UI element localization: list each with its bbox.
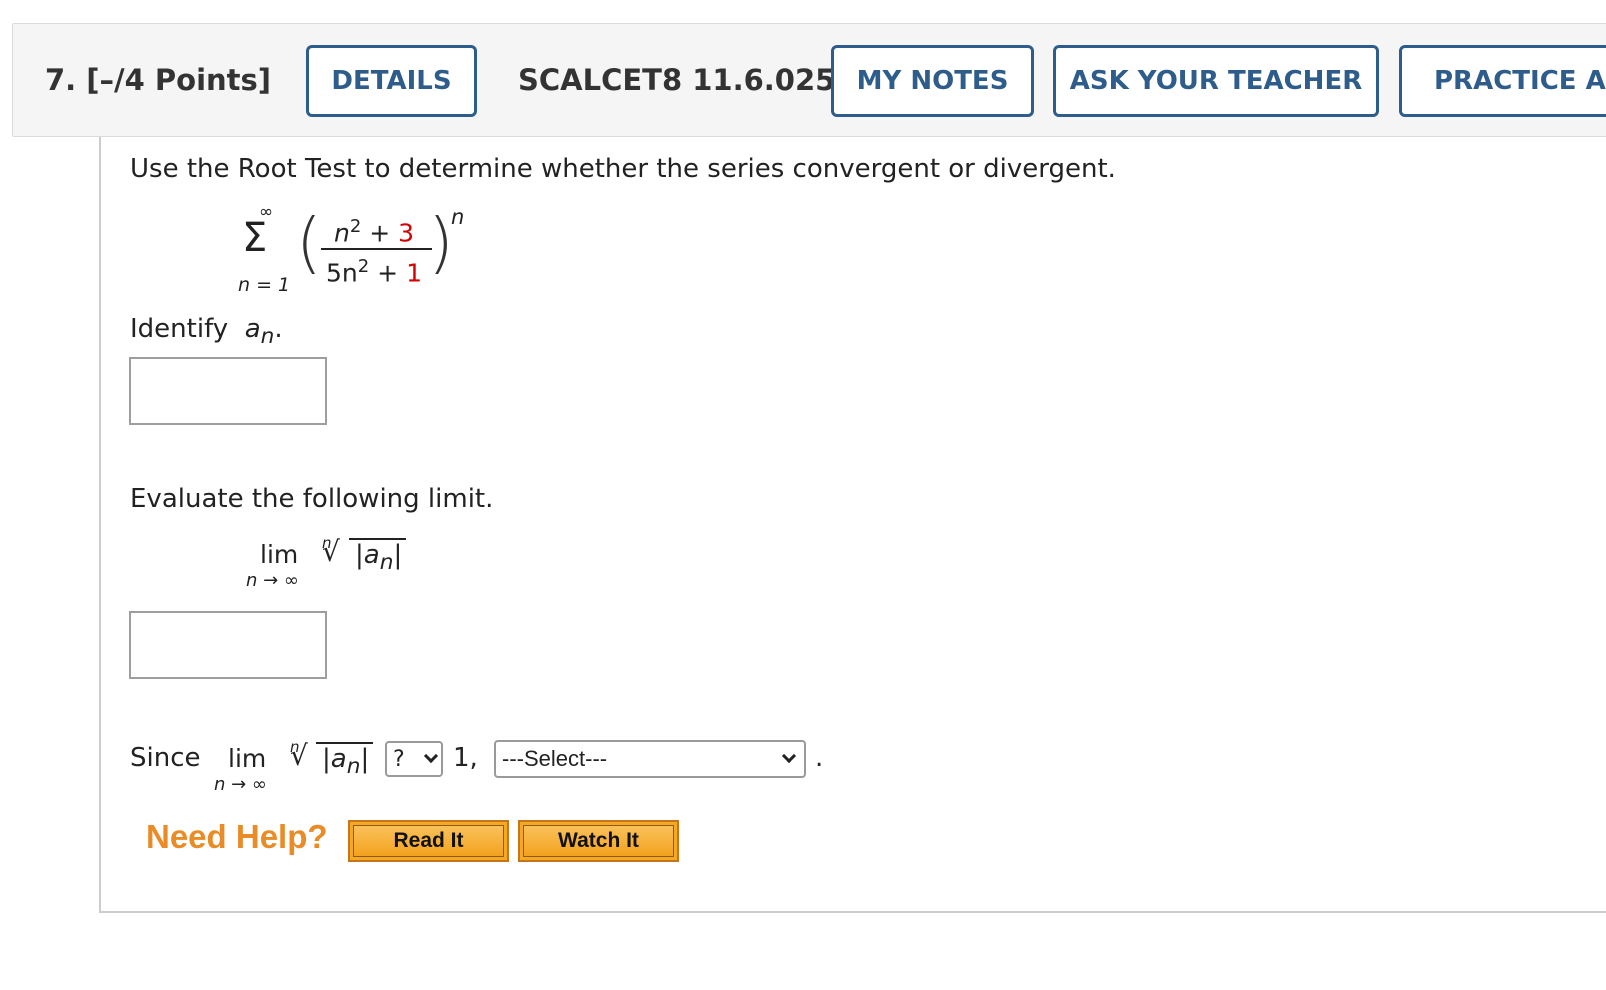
fraction-denominator: 5n2 + 1	[326, 256, 422, 288]
sum-lower-limit: n = 1	[238, 274, 291, 296]
abs-an: |an|	[355, 540, 403, 576]
lim-subscript: n → ∞	[246, 570, 299, 591]
outer-exponent: n	[451, 205, 465, 229]
sentence-period: .	[815, 743, 824, 773]
one-value: 1,	[453, 743, 478, 773]
left-paren: (	[296, 204, 322, 281]
sigma-symbol: Σ	[242, 215, 268, 261]
comparison-select[interactable]: ?	[385, 741, 443, 777]
read-it-button[interactable]: Read It	[348, 820, 509, 862]
question-prompt: Use the Root Test to determine whether t…	[130, 154, 1116, 184]
fraction-bar	[321, 248, 432, 250]
need-help-label: Need Help?	[146, 818, 328, 855]
question-number: 7. [–/4 Points]	[45, 63, 272, 97]
my-notes-button[interactable]: MY NOTES	[831, 45, 1034, 117]
ask-your-teacher-button[interactable]: ASK YOUR TEACHER	[1053, 45, 1379, 117]
read-it-label: Read It	[353, 825, 504, 857]
identify-label: Identify an.	[130, 314, 283, 350]
radical-sign: √	[322, 535, 340, 568]
denominator-constant: 1	[406, 258, 422, 288]
numerator-constant: 3	[398, 218, 415, 248]
conclusion-select[interactable]: ---Select---	[494, 740, 806, 778]
watch-it-button[interactable]: Watch It	[518, 820, 679, 862]
practice-another-button[interactable]: PRACTICE ANOTHER	[1399, 45, 1606, 117]
since-abs-an: |an|	[322, 744, 370, 780]
comparison-select-value: ?	[393, 746, 405, 772]
chevron-down-icon	[781, 748, 797, 764]
fraction-numerator: n2 + 3	[334, 216, 415, 248]
evaluate-label: Evaluate the following limit.	[130, 484, 494, 514]
chevron-down-icon	[423, 748, 439, 764]
details-button[interactable]: DETAILS	[306, 45, 477, 117]
answer-limit-input[interactable]	[129, 611, 327, 679]
question-body	[99, 137, 1606, 913]
since-lim-subscript: n → ∞	[214, 774, 267, 795]
since-label: Since	[130, 743, 201, 773]
answer-an-input[interactable]	[129, 357, 327, 425]
watch-it-label: Watch It	[523, 825, 674, 857]
right-paren: )	[428, 204, 454, 281]
question-header: 7. [–/4 Points] DETAILS SCALCET8 11.6.02…	[12, 23, 1606, 137]
assignment-code: SCALCET8 11.6.025.	[518, 63, 847, 97]
since-radical-sign: √	[290, 739, 308, 772]
lim-word: lim	[260, 540, 299, 569]
since-lim-word: lim	[228, 744, 267, 773]
conclusion-select-value: ---Select---	[502, 746, 608, 771]
